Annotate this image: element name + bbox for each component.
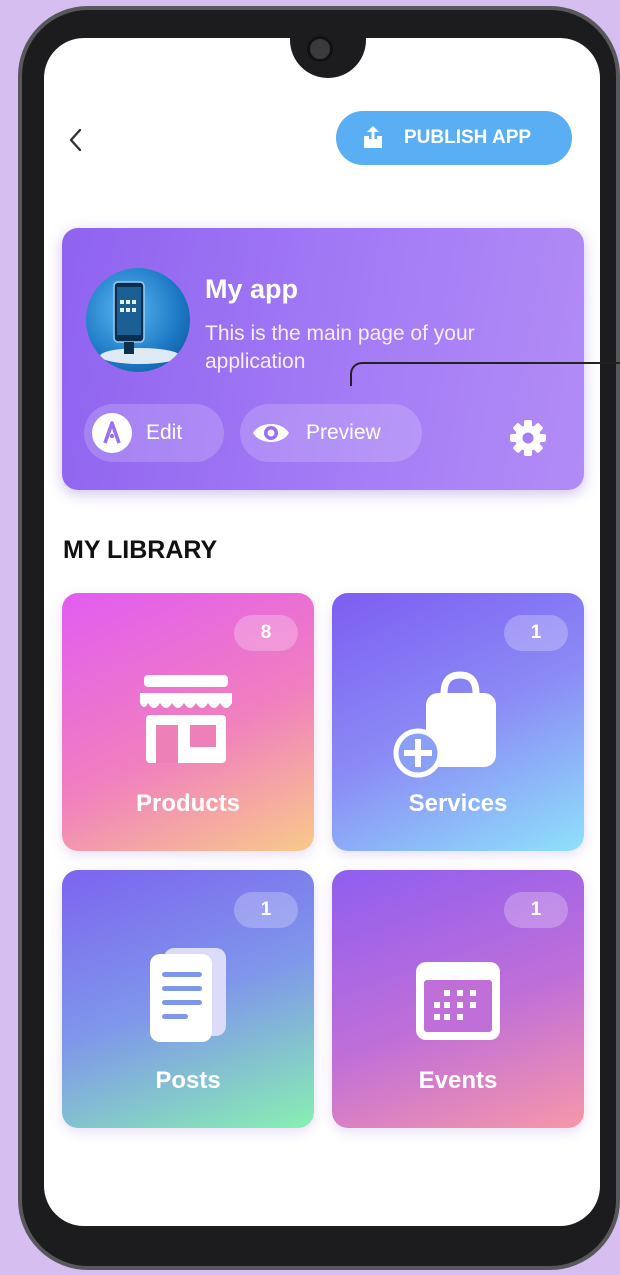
settings-button[interactable]: [508, 418, 548, 458]
preview-button[interactable]: Preview: [240, 404, 422, 462]
preview-label: Preview: [306, 421, 381, 444]
app-title: My app: [205, 274, 299, 304]
camera-icon: [307, 36, 333, 62]
tile-label: Services: [408, 790, 508, 817]
store-icon: [140, 675, 232, 763]
callout-line: [350, 362, 620, 386]
tile-label: Events: [418, 1067, 498, 1094]
calendar-icon: [416, 962, 500, 1040]
count-badge: 1: [504, 615, 568, 651]
document-icon: [150, 948, 226, 1042]
count-badge: 1: [504, 892, 568, 928]
tile-label: Posts: [155, 1067, 221, 1094]
chevron-left-icon: [69, 128, 82, 152]
phone-image-icon: [100, 281, 180, 364]
back-button[interactable]: [58, 122, 94, 158]
tile-events[interactable]: 1 Events: [332, 870, 584, 1128]
eye-icon: [253, 424, 289, 442]
edit-button[interactable]: Edit: [84, 404, 224, 462]
tile-products[interactable]: 8 Products: [62, 593, 314, 851]
pen-tool-icon: [92, 413, 132, 453]
library-title: MY LIBRARY: [63, 536, 218, 564]
tile-label: Products: [135, 790, 240, 817]
count-badge: 1: [234, 892, 298, 928]
tile-services[interactable]: 1 Services: [332, 593, 584, 851]
publish-app-label: PUBLISH APP: [404, 127, 532, 148]
app-avatar[interactable]: [86, 268, 190, 372]
bag-plus-icon: [393, 671, 496, 778]
count-badge: 8: [234, 615, 298, 651]
gear-icon: [510, 420, 546, 456]
edit-label: Edit: [146, 421, 183, 444]
app-card: My app This is the main page of your app…: [62, 228, 584, 490]
publish-app-button[interactable]: PUBLISH APP: [336, 111, 572, 165]
share-upload-icon: [364, 126, 382, 148]
tile-posts[interactable]: 1 Posts: [62, 870, 314, 1128]
